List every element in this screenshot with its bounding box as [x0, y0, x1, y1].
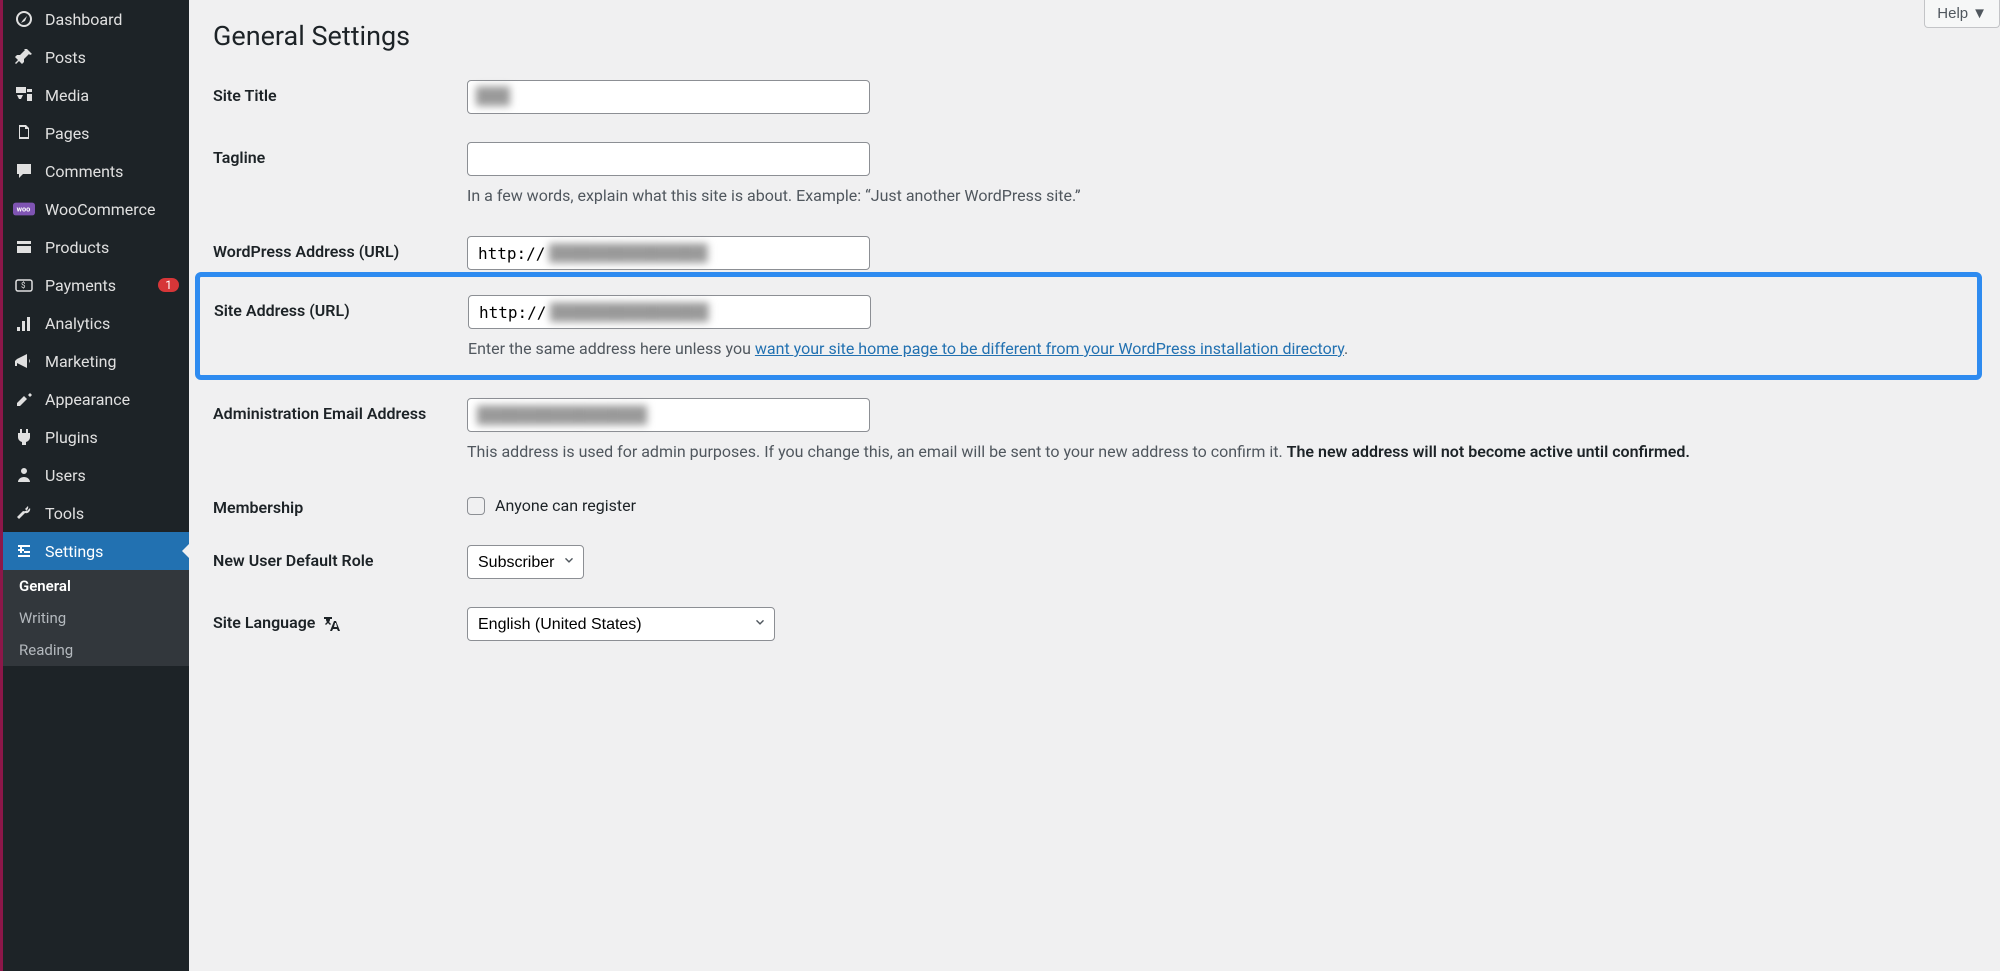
submenu-item-writing[interactable]: Writing [3, 602, 189, 634]
help-label: Help [1937, 5, 1968, 22]
badge: 1 [158, 278, 179, 292]
sidebar-label: Pages [45, 124, 179, 143]
blurred-text: ███ [476, 86, 510, 106]
content-area: Help ▼ General Settings Site Title ███ T… [189, 0, 2000, 971]
sidebar-label: Users [45, 466, 179, 485]
sidebar-item-plugins[interactable]: Plugins [3, 418, 189, 456]
settings-submenu: General Writing Reading [3, 570, 189, 666]
row-admin-email: Administration Email Address ███████████… [213, 398, 1976, 464]
translate-icon [323, 614, 343, 634]
tools-icon [13, 502, 35, 524]
row-tagline: Tagline In a few words, explain what thi… [213, 142, 1976, 208]
sidebar-label: Marketing [45, 352, 179, 371]
svg-text:woo: woo [17, 205, 31, 214]
page-title: General Settings [213, 20, 1976, 52]
dashboard-icon [13, 8, 35, 30]
sidebar-item-users[interactable]: Users [3, 456, 189, 494]
tagline-input[interactable] [467, 142, 870, 176]
label-role: New User Default Role [213, 545, 467, 570]
label-tagline: Tagline [213, 142, 467, 167]
sidebar-item-payments[interactable]: $ Payments 1 [3, 266, 189, 304]
label-wp-url: WordPress Address (URL) [213, 236, 467, 261]
settings-icon [13, 540, 35, 562]
sidebar-label: Dashboard [45, 10, 179, 29]
sidebar-label: Analytics [45, 314, 179, 333]
sidebar-item-appearance[interactable]: Appearance [3, 380, 189, 418]
sidebar-label: Appearance [45, 390, 179, 409]
sidebar-label: Payments [45, 276, 152, 295]
row-site-title: Site Title ███ [213, 80, 1976, 114]
tagline-help: In a few words, explain what this site i… [467, 184, 1976, 208]
blurred-text: ███████████████ [477, 405, 647, 425]
sidebar-label: Media [45, 86, 179, 105]
row-language: Site Language English (United States) [213, 607, 1976, 641]
sidebar-label: Settings [45, 542, 179, 561]
svg-text:$: $ [21, 281, 26, 290]
blurred-text: ██████████████ [549, 243, 708, 263]
sidebar-label: Plugins [45, 428, 179, 447]
row-membership: Membership Anyone can register [213, 492, 1976, 517]
sidebar-label: Products [45, 238, 179, 257]
media-icon [13, 84, 35, 106]
sidebar-item-pages[interactable]: Pages [3, 114, 189, 152]
label-language: Site Language [213, 607, 467, 634]
sidebar-item-woocommerce[interactable]: woo WooCommerce [3, 190, 189, 228]
sidebar-item-products[interactable]: Products [3, 228, 189, 266]
sidebar-item-dashboard[interactable]: Dashboard [3, 0, 189, 38]
row-wp-url: WordPress Address (URL) ██████████████ [213, 236, 1976, 270]
site-url-help-link[interactable]: want your site home page to be different… [755, 339, 1344, 358]
label-site-url: Site Address (URL) [214, 295, 468, 320]
admin-sidebar: Dashboard Posts Media Pages Comments woo… [0, 0, 189, 971]
blurred-text: ██████████████ [550, 302, 709, 322]
products-icon [13, 236, 35, 258]
sidebar-item-marketing[interactable]: Marketing [3, 342, 189, 380]
membership-checkbox-label: Anyone can register [495, 496, 636, 515]
submenu-item-general[interactable]: General [3, 570, 189, 602]
woo-icon: woo [13, 198, 35, 220]
language-select[interactable]: English (United States) [467, 607, 775, 641]
sidebar-item-settings[interactable]: Settings [3, 532, 189, 570]
highlight-box: Site Address (URL) ██████████████ Enter … [195, 272, 1982, 380]
users-icon [13, 464, 35, 486]
comments-icon [13, 160, 35, 182]
appearance-icon [13, 388, 35, 410]
label-membership: Membership [213, 492, 467, 517]
sidebar-item-media[interactable]: Media [3, 76, 189, 114]
chevron-down-icon: ▼ [1972, 5, 1987, 22]
analytics-icon [13, 312, 35, 334]
site-url-help: Enter the same address here unless you w… [468, 337, 1971, 361]
label-admin-email: Administration Email Address [213, 398, 467, 423]
row-role: New User Default Role Subscriber [213, 545, 1976, 579]
submenu-item-reading[interactable]: Reading [3, 634, 189, 666]
marketing-icon [13, 350, 35, 372]
membership-checkbox[interactable] [467, 497, 485, 515]
label-site-title: Site Title [213, 80, 467, 105]
help-button[interactable]: Help ▼ [1924, 0, 2000, 28]
site-title-input[interactable] [467, 80, 870, 114]
sidebar-item-analytics[interactable]: Analytics [3, 304, 189, 342]
sidebar-label: Comments [45, 162, 179, 181]
role-select[interactable]: Subscriber [467, 545, 584, 579]
sidebar-item-comments[interactable]: Comments [3, 152, 189, 190]
sidebar-label: Tools [45, 504, 179, 523]
pages-icon [13, 122, 35, 144]
pin-icon [13, 46, 35, 68]
sidebar-item-posts[interactable]: Posts [3, 38, 189, 76]
sidebar-item-tools[interactable]: Tools [3, 494, 189, 532]
sidebar-label: Posts [45, 48, 179, 67]
plugins-icon [13, 426, 35, 448]
payments-icon: $ [13, 274, 35, 296]
admin-email-help: This address is used for admin purposes.… [467, 440, 1976, 464]
sidebar-label: WooCommerce [45, 200, 179, 219]
